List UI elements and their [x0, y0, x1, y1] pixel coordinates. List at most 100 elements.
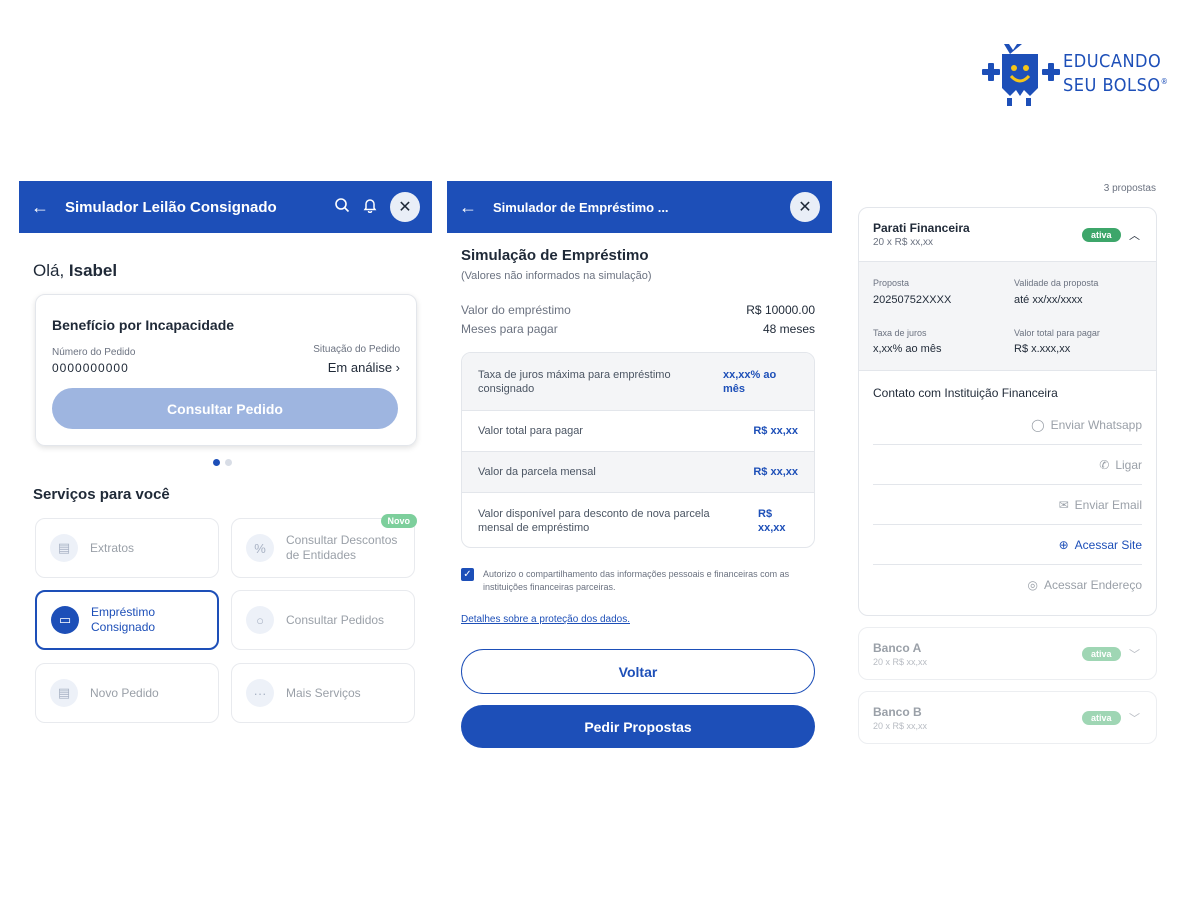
status-badge: ativa: [1082, 647, 1121, 661]
greeting-prefix: Olá,: [33, 261, 69, 280]
contact-call[interactable]: ✆ Ligar: [873, 445, 1142, 485]
mail-icon: ✉: [1058, 497, 1069, 512]
status-badge: ativa: [1082, 711, 1121, 725]
contact-label: Enviar Email: [1074, 497, 1142, 512]
months-label: Meses para pagar: [461, 322, 558, 336]
document-icon: ▤: [50, 534, 78, 562]
info-row-installment: Valor da parcela mensal R$ xx,xx: [462, 452, 814, 493]
document-icon: ▤: [50, 679, 78, 707]
close-button[interactable]: ✕: [790, 192, 820, 222]
order-number-value: 0000000000: [52, 361, 129, 375]
contact-label: Ligar: [1115, 457, 1142, 472]
consent-checkbox[interactable]: ✓: [461, 568, 474, 581]
globe-icon: ⊕: [1058, 537, 1069, 552]
consent-row: ✓ Autorizo o compartilhamento das inform…: [461, 568, 811, 594]
proposal-label: Proposta: [873, 278, 910, 288]
info-label: Valor da parcela mensal: [478, 466, 596, 478]
close-button[interactable]: ✕: [390, 192, 420, 222]
installments-summary: 20 x R$ xx,xx: [873, 237, 934, 248]
rate-value: x,xx% ao mês: [873, 343, 942, 355]
app-bar-title: Simulador Leilão Consignado: [65, 198, 277, 216]
data-protection-link[interactable]: Detalhes sobre a proteção dos dados.: [461, 614, 630, 625]
contact-site[interactable]: ⊕ Acessar Site: [873, 525, 1142, 565]
back-button[interactable]: Voltar: [461, 649, 815, 694]
search-icon[interactable]: [328, 197, 356, 218]
greeting-name: Isabel: [68, 261, 118, 280]
chevron-up-icon[interactable]: ︿: [1129, 227, 1140, 243]
info-value: xx,xx% ao mês: [723, 368, 777, 395]
bell-icon[interactable]: [356, 197, 384, 218]
service-mais-servicos[interactable]: ··· Mais Serviços: [231, 663, 415, 723]
card-icon: ▭: [51, 606, 79, 634]
service-label: Novo Pedido: [90, 686, 159, 700]
panel-leilao-home: ← Simulador Leilão Consignado ✕ Olá, Isa…: [19, 181, 432, 751]
chevron-down-icon[interactable]: ﹀: [1129, 646, 1140, 662]
service-novo-pedido[interactable]: ▤ Novo Pedido: [35, 663, 219, 723]
contact-whatsapp[interactable]: ◯ Enviar Whatsapp: [873, 405, 1142, 445]
consent-text: Autorizo o compartilhamento das informaç…: [483, 569, 790, 592]
services-title: Serviços para você: [33, 486, 170, 503]
app-bar-title: Simulador de Empréstimo ...: [493, 199, 669, 215]
service-label: Mais Serviços: [286, 686, 361, 700]
order-number-label: Número do Pedido: [52, 347, 136, 358]
info-value: R$ xx,xx: [758, 508, 786, 534]
validity-value: até xx/xx/xxxx: [1014, 294, 1083, 306]
close-icon: ✕: [398, 199, 412, 216]
info-row-available: Valor disponível para desconto de nova p…: [462, 493, 814, 547]
status-badge: ativa: [1082, 228, 1121, 242]
order-status-label: Situação do Pedido: [313, 344, 400, 355]
back-arrow-icon[interactable]: ←: [459, 197, 483, 218]
service-emprestimo-consignado[interactable]: ▭ Empréstimo Consignado: [35, 590, 219, 650]
simulation-info-table: Taxa de juros máxima para empréstimo con…: [461, 352, 815, 548]
chevron-down-icon[interactable]: ﹀: [1129, 710, 1140, 726]
contact-label: Enviar Whatsapp: [1050, 417, 1142, 432]
loan-amount-label: Valor do empréstimo: [461, 303, 571, 317]
new-badge: Novo: [380, 514, 417, 528]
contact-label: Acessar Site: [1074, 537, 1142, 552]
total-label: Valor total para pagar: [1014, 328, 1100, 338]
contact-title: Contato com Instituição Financeira: [873, 386, 1058, 400]
app-bar: ← Simulador Leilão Consignado ✕: [19, 181, 432, 233]
proposal-value: 20250752XXXX: [873, 294, 952, 306]
info-label: Taxa de juros máxima para empréstimo con…: [478, 368, 671, 395]
more-icon: ···: [246, 679, 274, 707]
total-value: R$ x.xxx,xx: [1014, 343, 1071, 355]
service-label: Consultar Descontos de Entidades: [286, 533, 398, 562]
contact-address[interactable]: ◎ Acessar Endereço: [873, 565, 1142, 605]
benefit-title: Benefício por Incapacidade: [52, 317, 235, 333]
carousel-dots: [213, 459, 232, 466]
service-label: Empréstimo Consignado: [91, 605, 156, 634]
request-proposals-button[interactable]: Pedir Propostas: [461, 705, 815, 748]
proposal-card-collapsed[interactable]: Banco A 20 x R$ xx,xx ativa ﹀: [858, 627, 1157, 680]
close-icon: ✕: [798, 199, 812, 216]
service-extratos[interactable]: ▤ Extratos: [35, 518, 219, 578]
back-arrow-icon[interactable]: ←: [31, 197, 55, 218]
search-icon: ○: [246, 606, 274, 634]
loan-amount-value: R$ 10000.00: [746, 303, 815, 317]
institution-name: Parati Financeira: [873, 221, 970, 235]
order-status-link[interactable]: Em análise ›: [328, 360, 400, 375]
service-label: Extratos: [90, 541, 135, 555]
proposal-header[interactable]: Parati Financeira 20 x R$ xx,xx: [873, 221, 970, 248]
service-consultar-descontos[interactable]: % Consultar Descontos de Entidades Novo: [231, 514, 417, 578]
location-icon: ◎: [1027, 578, 1038, 592]
info-value: R$ xx,xx: [753, 466, 798, 478]
phone-icon: ✆: [1099, 457, 1110, 472]
installments-summary: 20 x R$ xx,xx: [873, 721, 928, 731]
consult-order-button[interactable]: Consultar Pedido: [52, 388, 398, 429]
service-consultar-pedidos[interactable]: ○ Consultar Pedidos: [231, 590, 415, 650]
contact-label: Acessar Endereço: [1043, 578, 1142, 592]
percent-icon: %: [246, 534, 274, 562]
info-label: Valor total para pagar: [478, 425, 583, 437]
logo-line-1: EDUCANDO: [1063, 51, 1162, 72]
contact-email[interactable]: ✉ Enviar Email: [873, 485, 1142, 525]
simulation-subtitle: (Valores não informados na simulação): [461, 270, 652, 282]
proposal-card-expanded: Parati Financeira 20 x R$ xx,xx ativa ︿ …: [858, 207, 1157, 616]
logo-wordmark: EDUCANDO SEU BOLSO®: [1063, 52, 1168, 96]
carousel-dot-active[interactable]: [213, 459, 220, 466]
info-value: R$ xx,xx: [753, 425, 798, 437]
institution-name: Banco A: [873, 641, 922, 655]
proposal-card-collapsed[interactable]: Banco B 20 x R$ xx,xx ativa ﹀: [858, 691, 1157, 744]
proposals-count: 3 propostas: [1103, 183, 1156, 194]
carousel-dot[interactable]: [225, 459, 232, 466]
